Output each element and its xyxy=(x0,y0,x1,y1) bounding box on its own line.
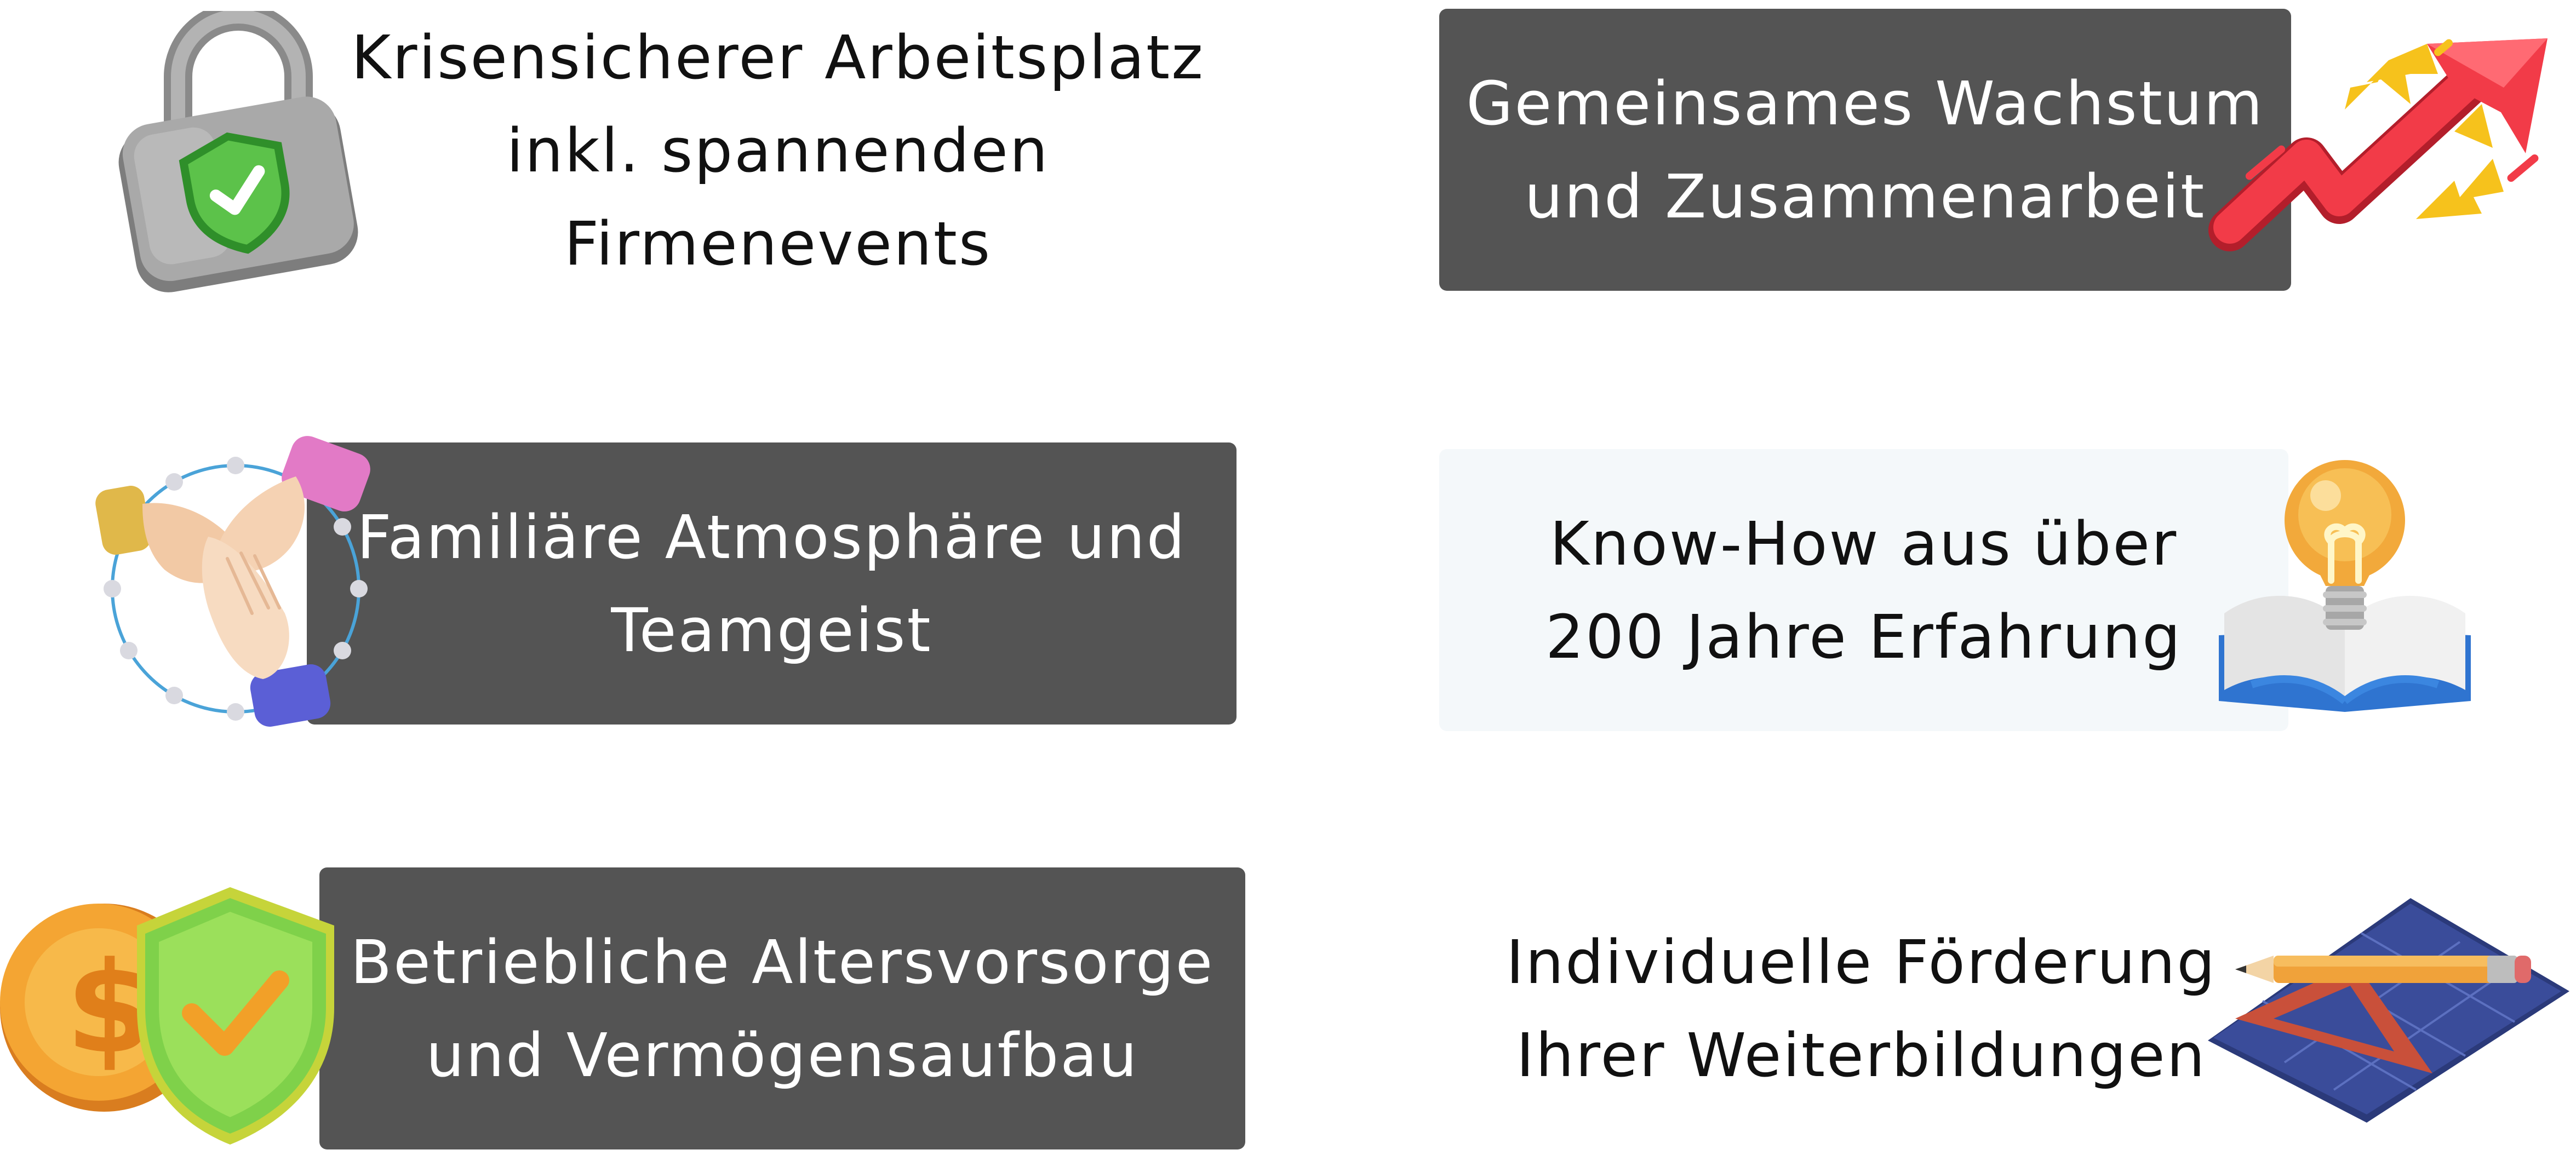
benefit-text-line: und Zusammenarbeit xyxy=(1524,161,2206,232)
benefit-text-line: Ihrer Weiterbildungen xyxy=(1516,1020,2207,1090)
benefit-card-growth: Gemeinsames Wachstum und Zusammenarbeit xyxy=(1439,9,2291,291)
benefit-text-line: Familiäre Atmosphäre und xyxy=(357,502,1187,572)
benefit-card-pension: Betriebliche Altersvorsorge und Vermögen… xyxy=(319,867,1245,1149)
benefit-text-line: inkl. spannenden xyxy=(506,116,1050,186)
benefit-text-line: Firmenevents xyxy=(564,209,992,279)
benefit-text-line: Betriebliche Altersvorsorge xyxy=(350,927,1215,997)
benefit-card-team-spirit: Familiäre Atmosphäre und Teamgeist xyxy=(307,442,1237,725)
benefit-text-line: und Vermögensaufbau xyxy=(426,1020,1139,1090)
benefit-card-training: Individuelle Förderung Ihrer Weiterbildu… xyxy=(1435,867,2287,1149)
benefit-card-job-security: Krisensicherer Arbeitsplatz inkl. spanne… xyxy=(334,11,1222,290)
benefit-text-line: 200 Jahre Erfahrung xyxy=(1545,601,2182,672)
pencil-blueprint-icon xyxy=(2202,893,2576,1128)
benefit-text-line: Krisensicherer Arbeitsplatz xyxy=(351,22,1205,93)
benefit-text-line: Individuelle Förderung xyxy=(1505,927,2217,997)
benefit-text-line: Teamgeist xyxy=(611,595,932,665)
lightbulb-book-icon xyxy=(2208,449,2482,734)
benefit-text-line: Know-How aus über xyxy=(1549,508,2178,579)
growth-arrows-icon xyxy=(2197,22,2569,274)
team-hands-icon xyxy=(88,433,373,734)
benefit-text-line: Gemeinsames Wachstum xyxy=(1466,68,2264,139)
padlock-shield-check-icon xyxy=(115,11,362,296)
coin-shield-icon: $ xyxy=(0,865,351,1155)
benefit-card-know-how: Know-How aus über 200 Jahre Erfahrung xyxy=(1439,449,2288,731)
